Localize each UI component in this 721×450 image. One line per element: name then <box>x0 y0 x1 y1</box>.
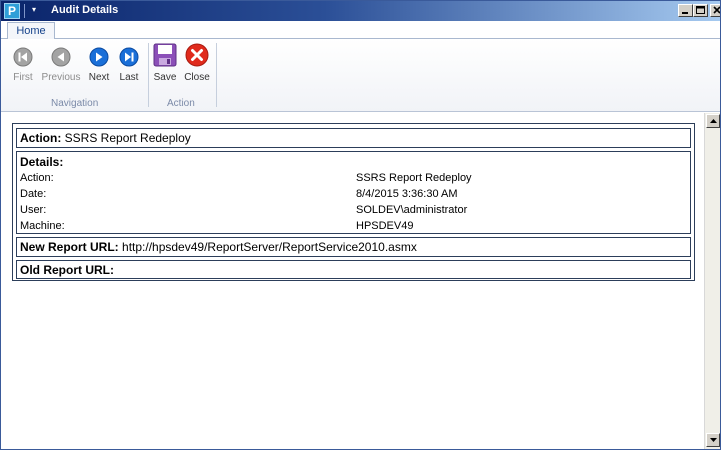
ribbon-panel: First Previous Next Last Navigation Save… <box>1 39 720 112</box>
details-label: Details: <box>20 155 64 169</box>
title-bar[interactable]: P ▾ Audit Details <box>1 1 720 21</box>
ribbon-group-separator <box>148 43 149 107</box>
first-button-label: First <box>13 72 33 83</box>
chevron-down-icon <box>710 438 717 442</box>
detail-value: HPSDEV49 <box>356 220 414 232</box>
maximize-icon <box>696 6 705 14</box>
details-section: Details: Action: SSRS Report Redeploy Da… <box>16 151 691 234</box>
chevron-up-icon <box>710 119 717 123</box>
navigation-group-label: Navigation <box>51 98 99 109</box>
action-group-label: Action <box>167 98 195 109</box>
minimize-button[interactable] <box>678 4 693 17</box>
window-title: Audit Details <box>51 4 119 16</box>
next-button-label: Next <box>88 72 110 83</box>
detail-key: User: <box>20 204 47 216</box>
detail-key: Date: <box>20 188 47 200</box>
detail-value: 8/4/2015 3:36:30 AM <box>356 188 458 200</box>
next-record-icon <box>89 47 109 67</box>
detail-value: SSRS Report Redeploy <box>356 172 472 184</box>
action-section: Action: SSRS Report Redeploy <box>16 128 691 148</box>
detail-value: SOLDEV\administrator <box>356 204 468 216</box>
app-logo-icon[interactable]: P <box>4 3 20 19</box>
scroll-down-button[interactable] <box>706 433 720 447</box>
action-label: Action: <box>20 131 62 145</box>
tab-home[interactable]: Home <box>7 22 55 40</box>
ribbon-group-separator <box>216 43 217 107</box>
vertical-scrollbar[interactable] <box>704 113 720 449</box>
new-report-url-section: New Report URL: http://hpsdev49/ReportSe… <box>16 237 691 257</box>
next-button[interactable]: Next <box>85 47 113 87</box>
new-report-url-value: http://hpsdev49/ReportServer/ReportServi… <box>122 240 417 254</box>
new-report-url-label: New Report URL: <box>20 240 119 254</box>
minimize-icon <box>682 12 688 14</box>
save-button-label: Save <box>153 72 177 83</box>
ribbon-tab-strip: Home <box>1 21 720 40</box>
floppy-disk-icon <box>153 43 177 67</box>
close-button[interactable]: Close <box>182 43 212 83</box>
window-close-button[interactable] <box>710 4 720 17</box>
last-button-label: Last <box>119 72 139 83</box>
last-button[interactable]: Last <box>115 47 143 87</box>
maximize-button[interactable] <box>693 4 708 17</box>
old-report-url-label: Old Report URL: <box>20 263 114 277</box>
first-record-icon <box>13 47 33 67</box>
previous-button[interactable]: Previous <box>41 47 81 87</box>
first-button[interactable]: First <box>9 47 37 87</box>
close-x-icon <box>185 43 209 67</box>
old-report-url-section: Old Report URL: <box>16 260 691 279</box>
audit-details-panel: Action: SSRS Report Redeploy Details: Ac… <box>12 123 695 281</box>
quick-access-menu-icon[interactable]: ▾ <box>28 3 40 18</box>
close-button-label: Close <box>184 72 210 83</box>
action-value: SSRS Report Redeploy <box>64 131 191 145</box>
last-record-icon <box>119 47 139 67</box>
audit-content-area: Action: SSRS Report Redeploy Details: Ac… <box>1 113 704 449</box>
audit-details-window: P ▾ Audit Details Home First Previous Ne… <box>0 0 721 450</box>
scroll-up-button[interactable] <box>706 114 720 128</box>
save-button[interactable]: Save <box>151 43 179 83</box>
previous-record-icon <box>51 47 71 67</box>
detail-key: Machine: <box>20 220 65 232</box>
previous-button-label: Previous <box>41 72 81 83</box>
quick-access-separator <box>24 4 25 18</box>
window-close-icon <box>713 6 720 14</box>
detail-key: Action: <box>20 172 54 184</box>
